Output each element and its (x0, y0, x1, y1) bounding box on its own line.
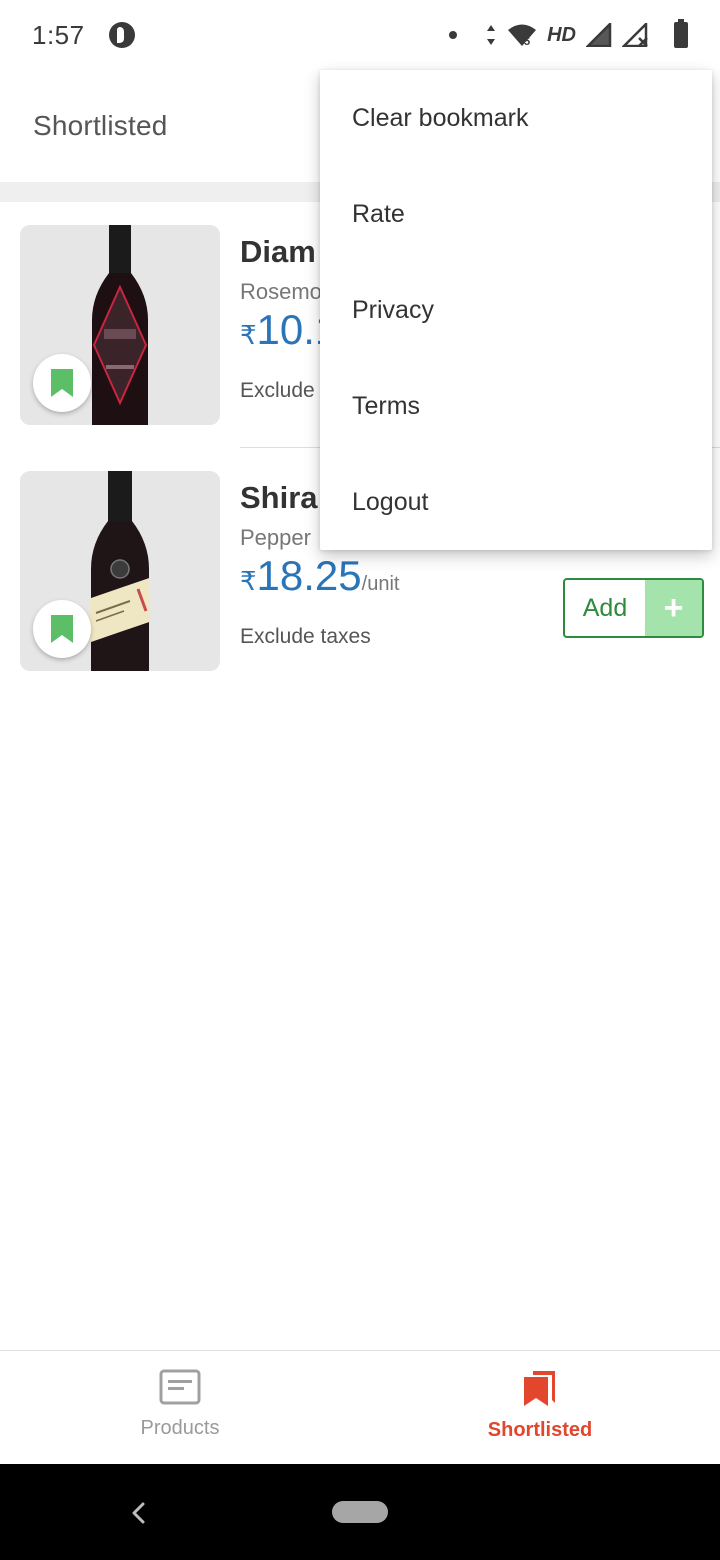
svg-text:5: 5 (524, 36, 530, 47)
product-image[interactable] (20, 471, 220, 671)
signal-icon (586, 23, 612, 47)
menu-item-logout[interactable]: Logout (320, 454, 712, 550)
menu-item-rate[interactable]: Rate (320, 166, 712, 262)
add-button-label: Add (582, 593, 628, 622)
menu-item-terms[interactable]: Terms (320, 358, 712, 454)
notification-dot-icon (449, 31, 458, 39)
back-icon[interactable] (124, 1498, 154, 1528)
data-arrows-icon (487, 25, 496, 45)
status-time: 1:57 (32, 19, 85, 50)
product-description: Rosemo (240, 279, 322, 304)
product-description: Pepper (240, 525, 311, 550)
menu-item-clear-bookmark[interactable]: Clear bookmark (320, 70, 712, 166)
hd-label: HD (547, 23, 576, 46)
status-icons: 5 HD (449, 19, 688, 50)
bookmark-toggle[interactable] (33, 600, 91, 658)
home-button[interactable] (332, 1501, 388, 1523)
product-price: ₹18.25/unit (240, 552, 399, 600)
tax-note: Exclude (240, 379, 315, 402)
currency-symbol: ₹ (240, 320, 257, 350)
plus-icon: + (645, 580, 702, 636)
price-unit: /unit (361, 573, 400, 595)
wifi-icon: 5 (508, 24, 537, 47)
nav-item-shortlisted[interactable]: Shortlisted (360, 1351, 720, 1464)
bookmark-toggle[interactable] (33, 354, 91, 412)
wine-bottle-image (90, 471, 150, 671)
wine-bottle-image (92, 225, 148, 425)
product-name: Diam (240, 234, 316, 269)
nav-label-shortlisted: Shortlisted (487, 1419, 593, 1441)
page-title: Shortlisted (33, 110, 168, 141)
overflow-menu: Clear bookmark Rate Privacy Terms Logout (320, 70, 712, 550)
signal-no-service-icon (622, 23, 648, 47)
battery-charging-icon (674, 19, 688, 48)
article-icon (159, 1369, 201, 1405)
bookmark-icon (51, 615, 73, 643)
nav-label-products: Products (140, 1417, 220, 1439)
add-to-cart-button[interactable]: Add + (563, 578, 704, 638)
system-navigation-bar (0, 1464, 720, 1560)
bottom-navigation: Products Shortlisted (0, 1350, 720, 1464)
product-image[interactable] (20, 225, 220, 425)
bookmarks-icon (524, 1371, 555, 1406)
currency-symbol: ₹ (240, 566, 257, 596)
p-icon (108, 22, 135, 48)
menu-item-privacy[interactable]: Privacy (320, 262, 712, 358)
status-bar: 1:57 5 HD (0, 0, 720, 70)
tax-note: Exclude taxes (240, 625, 371, 648)
bookmark-icon (51, 369, 73, 397)
nav-item-products[interactable]: Products (0, 1351, 360, 1464)
price-value: 18.25 (256, 552, 362, 599)
product-name: Shira (240, 480, 318, 515)
